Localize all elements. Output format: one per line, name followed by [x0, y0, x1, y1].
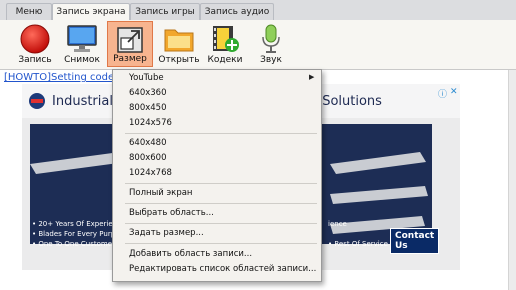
size-button[interactable]: Размер [107, 21, 153, 67]
company-logo-icon [29, 93, 45, 109]
ad-close-icon[interactable]: ✕ [450, 87, 458, 97]
ad-bullet: • One To One Customer S [32, 240, 122, 248]
ad-bullet-right: ience [328, 220, 347, 228]
record-button[interactable]: Запись [12, 21, 58, 67]
menu-separator [125, 133, 317, 134]
open-label: Открыть [158, 55, 200, 65]
screenshot-button[interactable]: Снимок [60, 21, 104, 67]
toolbar: Запись Снимок Размер Открыть Кодеки Звук [0, 20, 516, 70]
menu-item-youtube[interactable]: YouTube [129, 73, 164, 83]
sound-label: Звук [260, 55, 282, 65]
contact-us-button[interactable]: Contact Us [390, 228, 440, 254]
tab-bar: Меню Запись экрана Запись игры Запись ау… [0, 0, 516, 22]
tab-label: Запись экрана [56, 7, 126, 17]
folder-icon [164, 29, 194, 52]
menu-separator [125, 183, 317, 184]
resize-icon [117, 27, 143, 53]
microphone-icon [262, 24, 280, 53]
submenu-arrow-icon: ▶ [309, 73, 315, 81]
record-label: Запись [18, 55, 52, 65]
vertical-scrollbar[interactable] [508, 70, 516, 290]
codecs-button[interactable]: Кодеки [205, 21, 245, 67]
menu-item-select-area[interactable]: Выбрать область... [129, 208, 214, 218]
film-add-icon [213, 26, 239, 52]
menu-item-edit-area-list[interactable]: Редактировать список областей записи... [129, 264, 316, 274]
sound-button[interactable]: Звук [252, 21, 290, 67]
tab-label: Меню [15, 7, 43, 17]
menu-separator [125, 223, 317, 224]
menu-item-640x480[interactable]: 640x480 [129, 138, 166, 148]
menu-separator [125, 243, 317, 244]
tab-label: Запись аудио [204, 7, 270, 17]
menu-item-set-size[interactable]: Задать размер... [129, 228, 204, 238]
menu-item-640x360[interactable]: 640x360 [129, 88, 166, 98]
tab-label: Запись игры [135, 7, 195, 17]
ad-headline-left: Industrial [52, 94, 113, 109]
screenshot-label: Снимок [64, 55, 100, 65]
tab-audio-recording[interactable]: Запись аудио [200, 3, 274, 21]
open-button[interactable]: Открыть [158, 21, 200, 67]
menu-item-fullscreen[interactable]: Полный экран [129, 188, 192, 198]
menu-separator [125, 203, 317, 204]
menu-item-1024x768[interactable]: 1024x768 [129, 168, 172, 178]
record-icon [20, 24, 50, 54]
howto-link[interactable]: [HOWTO]Setting codec- [4, 72, 123, 83]
menu-item-800x600[interactable]: 800x600 [129, 153, 166, 163]
ad-bullet-right: • Rest Of Service [328, 240, 388, 248]
codecs-label: Кодеки [207, 55, 243, 65]
tab-game-recording[interactable]: Запись игры [130, 3, 200, 21]
monitor-icon [67, 25, 97, 52]
menu-item-add-area[interactable]: Добавить область записи... [129, 249, 252, 259]
tab-menu[interactable]: Меню [6, 3, 52, 21]
size-dropdown-menu: YouTube ▶ 640x360 800x450 1024x576 640x4… [112, 69, 322, 282]
ad-info-icon[interactable]: ⓘ [438, 87, 447, 100]
menu-item-1024x576[interactable]: 1024x576 [129, 118, 172, 128]
size-label: Размер [113, 54, 147, 64]
menu-item-800x450[interactable]: 800x450 [129, 103, 166, 113]
